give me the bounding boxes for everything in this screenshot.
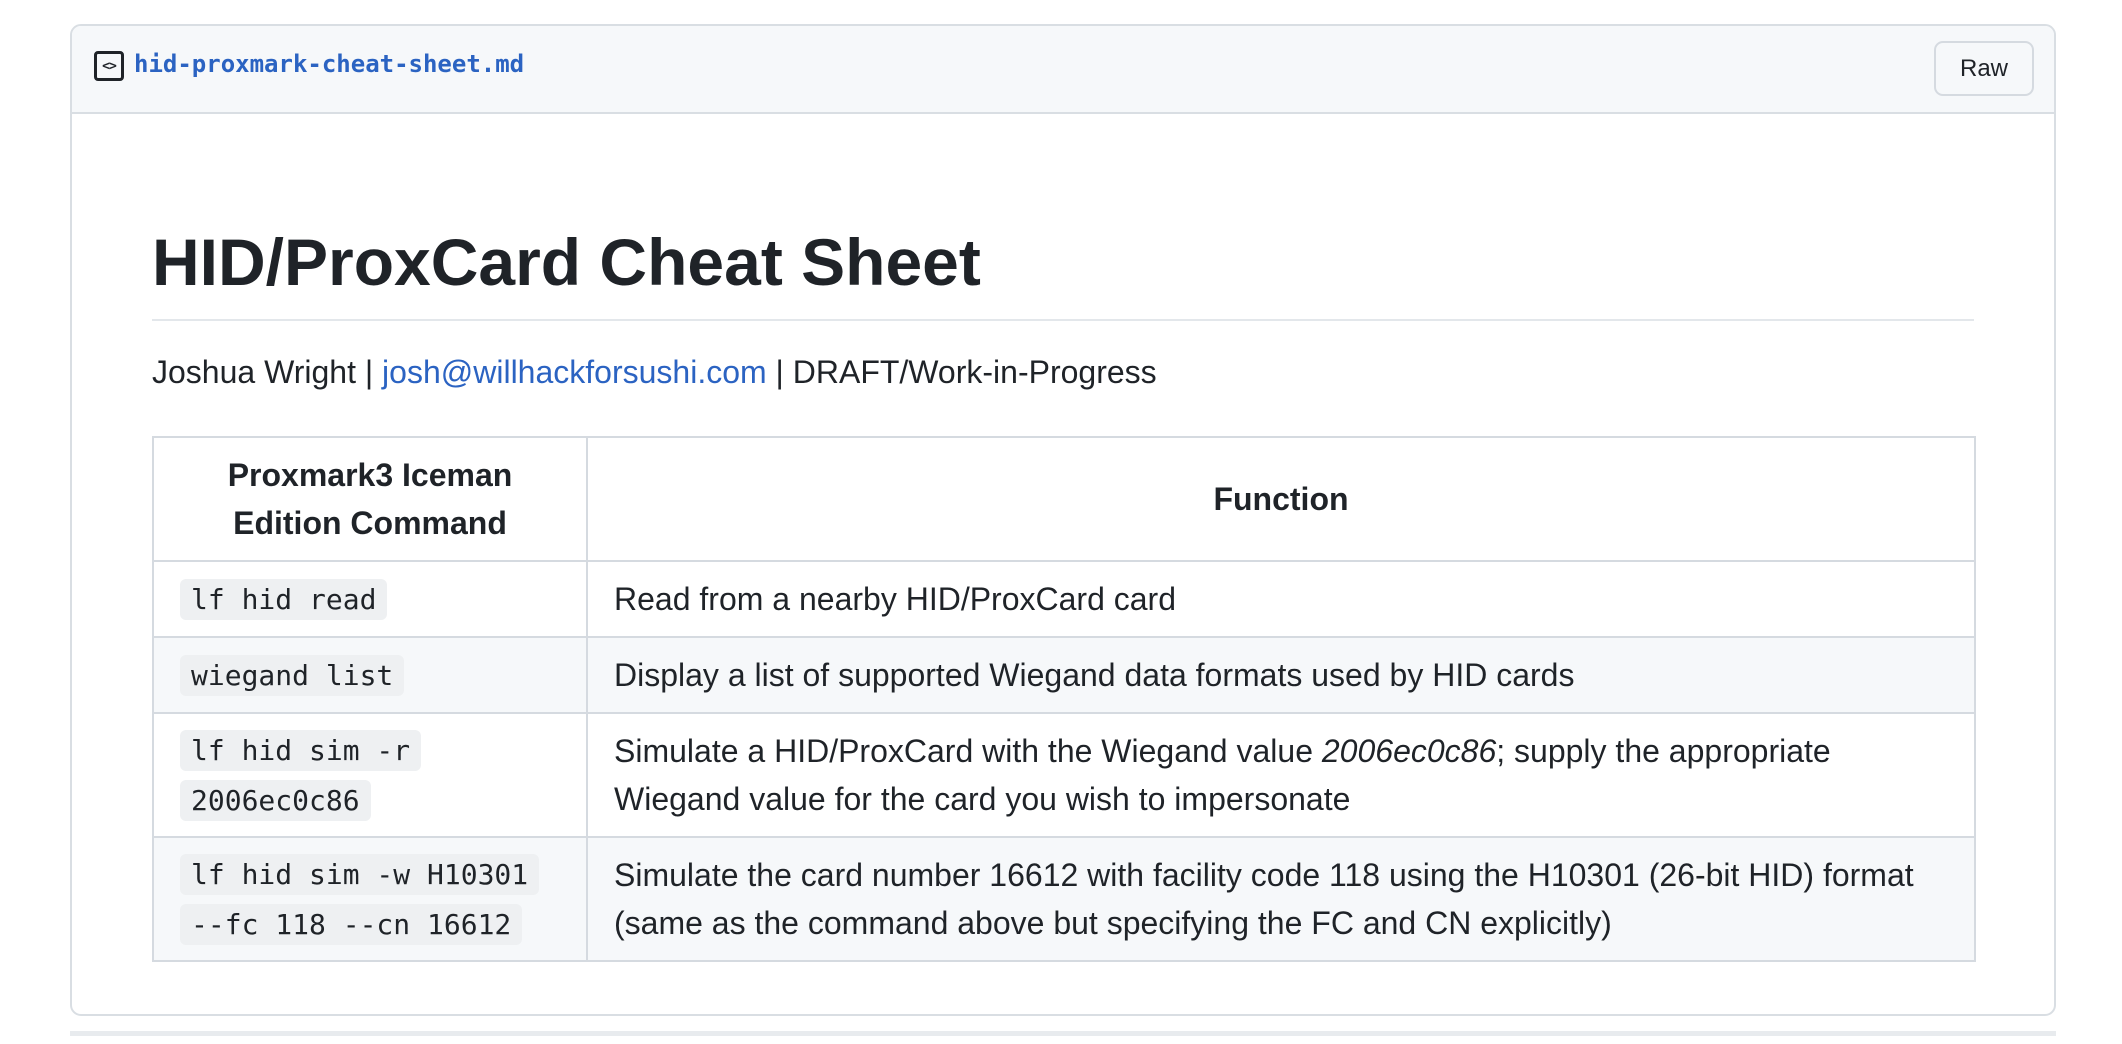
function-cell: Read from a nearby HID/ProxCard card xyxy=(586,560,1976,638)
title-divider xyxy=(152,319,1974,321)
byline-separator: | xyxy=(355,354,383,390)
file-header: <> hid-proxmark-cheat-sheet.md Raw xyxy=(72,26,2054,114)
function-cell: Display a list of supported Wiegand data… xyxy=(586,636,1976,714)
raw-button[interactable]: Raw xyxy=(1934,41,2034,96)
wiegand-value: 2006ec0c86 xyxy=(1321,733,1497,769)
command-cell: lf hid sim -w H10301 --fc 118 --cn 16612 xyxy=(152,836,588,962)
command-code: lf hid read xyxy=(180,579,388,620)
column-header-function: Function xyxy=(586,436,1976,562)
column-header-command: Proxmark3 Iceman Edition Command xyxy=(152,436,588,562)
author-name: Joshua Wright xyxy=(152,354,356,390)
card-bottom-border xyxy=(70,1031,2056,1036)
gist-file-card: <> hid-proxmark-cheat-sheet.md Raw HID/P… xyxy=(70,24,2056,1016)
command-code: wiegand list xyxy=(180,655,405,696)
table-row: lf hid read Read from a nearby HID/ProxC… xyxy=(152,560,1976,638)
function-cell: Simulate a HID/ProxCard with the Wiegand… xyxy=(586,712,1976,838)
command-cell: lf hid read xyxy=(152,560,588,638)
page-title: HID/ProxCard Cheat Sheet xyxy=(152,225,981,299)
command-table: Proxmark3 Iceman Edition Command Functio… xyxy=(152,436,1976,962)
file-name-link[interactable]: hid-proxmark-cheat-sheet.md xyxy=(134,50,524,78)
byline-separator: | xyxy=(766,354,793,390)
table-header-row: Proxmark3 Iceman Edition Command Functio… xyxy=(152,436,1976,562)
command-cell: lf hid sim -r 2006ec0c86 xyxy=(152,712,588,838)
byline: Joshua Wright | josh@willhackforsushi.co… xyxy=(152,352,1157,392)
function-text: Simulate a HID/ProxCard with the Wiegand… xyxy=(614,733,1322,769)
table-row: wiegand list Display a list of supported… xyxy=(152,636,1976,714)
table-row: lf hid sim -w H10301 --fc 118 --cn 16612… xyxy=(152,836,1976,962)
command-cell: wiegand list xyxy=(152,636,588,714)
command-code: lf hid sim -w H10301 --fc 118 --cn 16612 xyxy=(180,854,540,945)
code-file-icon: <> xyxy=(94,51,124,81)
function-cell: Simulate the card number 16612 with faci… xyxy=(586,836,1976,962)
author-email-link[interactable]: josh@willhackforsushi.com xyxy=(382,354,767,390)
command-code: lf hid sim -r 2006ec0c86 xyxy=(180,730,422,821)
doc-status: DRAFT/Work-in-Progress xyxy=(792,354,1157,390)
table-row: lf hid sim -r 2006ec0c86 Simulate a HID/… xyxy=(152,712,1976,838)
